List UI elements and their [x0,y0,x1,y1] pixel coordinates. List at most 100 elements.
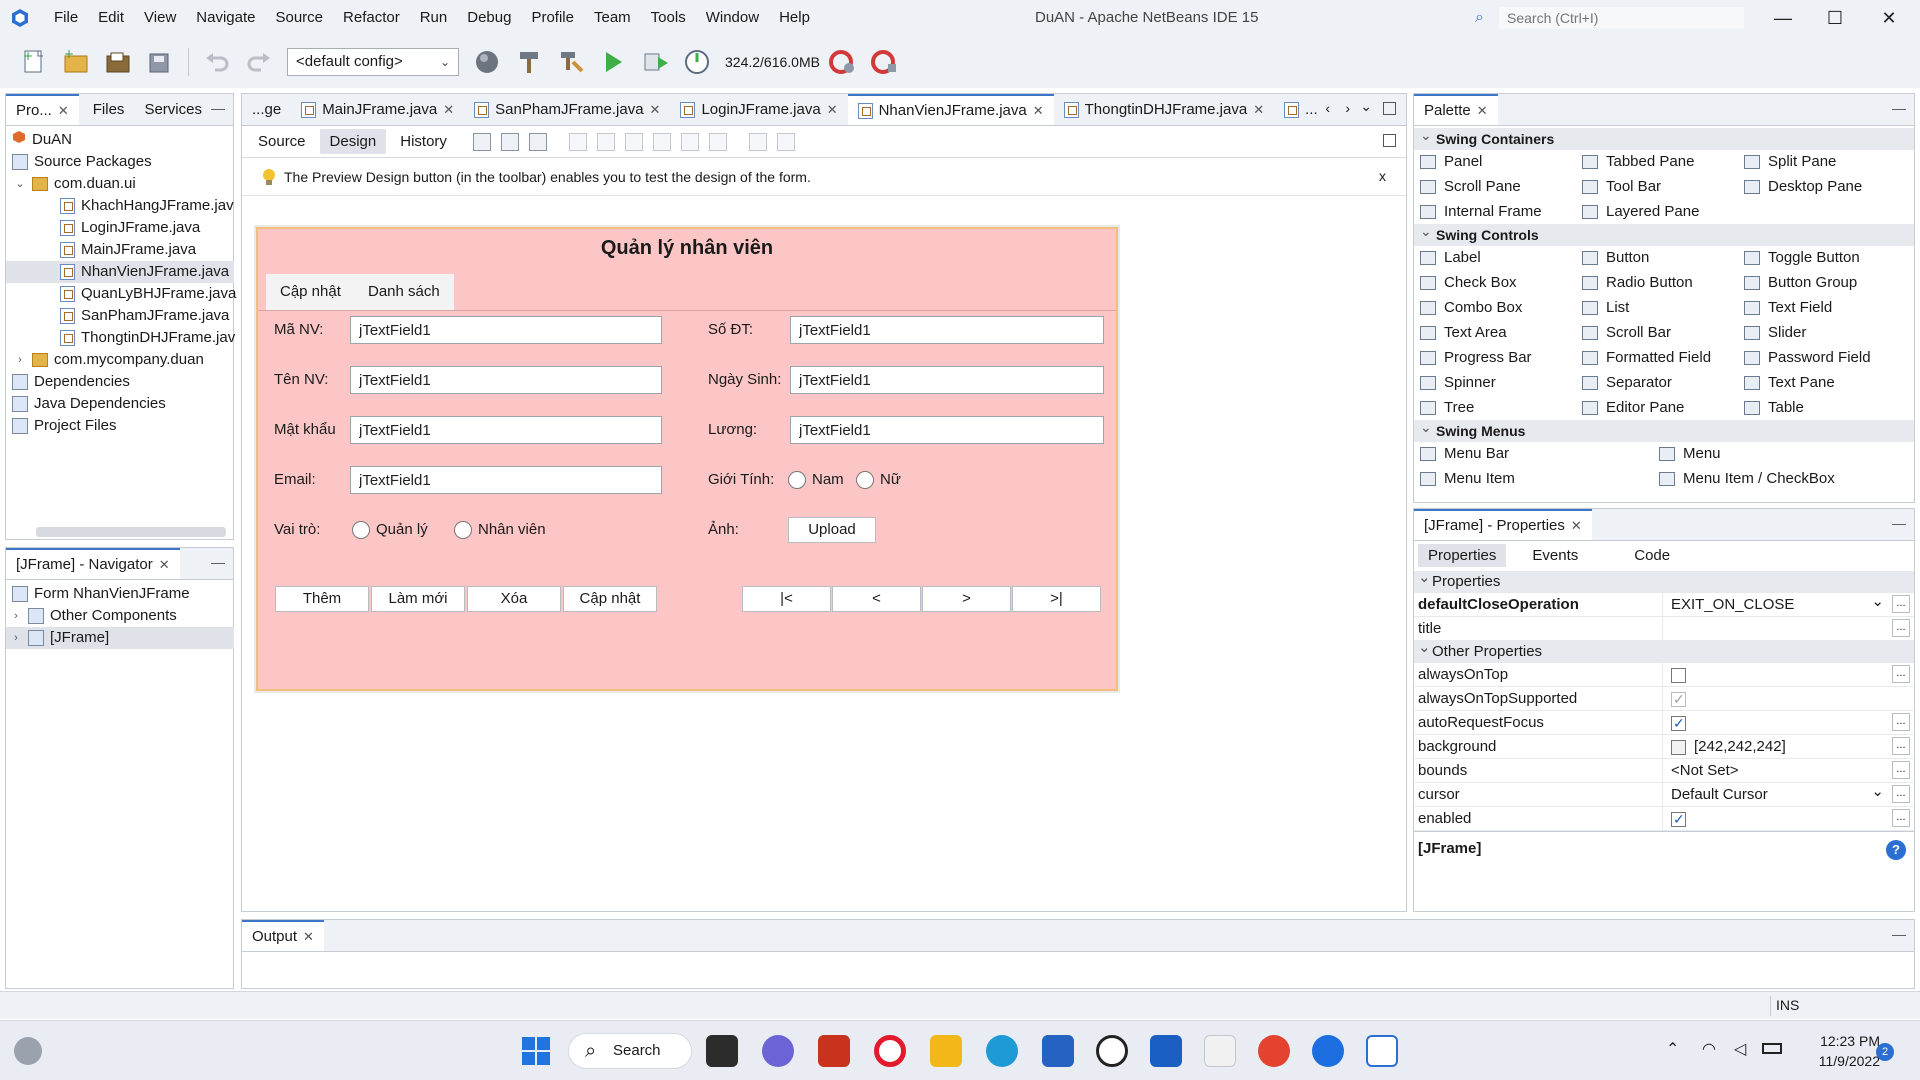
them-button[interactable]: Thêm [275,586,369,612]
prop-editor-button[interactable]: ... [1892,809,1910,827]
menu-help[interactable]: Help [769,0,820,36]
help-icon[interactable]: ? [1886,840,1906,860]
close-icon[interactable]: ✕ [650,94,661,125]
prop-editor-button[interactable]: ... [1892,595,1910,613]
tab-navigator[interactable]: [JFrame] - Navigator ✕ [6,548,180,579]
nav-node-jframe[interactable]: › [JFrame] [6,627,234,649]
prop-value-dropdown[interactable]: EXIT_ON_CLOSE ⌄ [1662,593,1888,616]
chevron-down-icon[interactable]: ⌄ [14,173,26,195]
radio-quan-ly[interactable]: Quản lý [352,516,428,544]
form-tab-list[interactable]: Danh sách [354,274,454,310]
field-ten-nv[interactable] [350,366,662,394]
battery-icon[interactable] [1762,1043,1782,1054]
teams-chat-icon[interactable] [762,1035,794,1067]
palette-item-tabbed-pane[interactable]: Tabbed Pane [1582,152,1694,172]
xoa-button[interactable]: Xóa [467,586,561,612]
selection-mode-icon[interactable] [472,132,491,151]
palette-item-split-pane[interactable]: Split Pane [1744,152,1836,172]
prop-row-title[interactable]: title ... [1414,617,1914,641]
maximize-editor-icon[interactable] [1383,102,1396,115]
menu-file[interactable]: File [44,0,88,36]
tree-node-file[interactable]: QuanLyBHJFrame.java [60,283,236,305]
maximize-button[interactable]: ☐ [1812,0,1858,36]
horizontal-scrollbar[interactable] [36,527,226,537]
palette-item-button-group[interactable]: Button Group [1744,273,1857,293]
wifi-icon[interactable]: ◠ [1702,1039,1716,1059]
tab-properties-window[interactable]: [JFrame] - Properties ✕ [1414,509,1592,540]
tree-node-package[interactable]: ⌄ com.duan.ui [14,173,135,195]
tree-node-file[interactable]: SanPhamJFrame.java [60,305,229,327]
run-play-icon[interactable] [599,48,627,76]
tree-node-file[interactable]: KhachHangJFrame.jav [60,195,234,217]
prev-record-button[interactable]: < [832,586,921,612]
close-button[interactable]: ✕ [1866,0,1912,36]
tab-palette[interactable]: Palette ✕ [1414,94,1498,125]
field-email[interactable] [350,466,662,494]
menu-navigate[interactable]: Navigate [186,0,265,36]
maximize-design-icon[interactable] [1383,134,1396,147]
palette-item-desktop-pane[interactable]: Desktop Pane [1744,177,1862,197]
hint-close-button[interactable]: x [1379,168,1386,184]
new-file-icon[interactable]: + [20,48,48,76]
nav-node-other[interactable]: › Other Components [10,605,177,627]
prop-editor-button[interactable]: ... [1892,761,1910,779]
prop-editor-button[interactable]: ... [1892,665,1910,683]
open-project-icon[interactable] [104,48,132,76]
tree-node-source-packages[interactable]: Source Packages [12,151,152,173]
menu-profile[interactable]: Profile [521,0,584,36]
tree-node-file[interactable]: MainJFrame.java [60,239,196,261]
align-left-icon[interactable] [568,132,587,151]
close-icon[interactable]: ✕ [1253,94,1264,125]
quick-search-input[interactable] [1499,7,1744,29]
align-bottom-icon[interactable] [680,132,699,151]
menu-run[interactable]: Run [410,0,458,36]
field-luong[interactable] [790,416,1104,444]
palette-item-check-box[interactable]: Check Box [1420,273,1517,293]
checkbox[interactable] [1671,712,1686,735]
menu-tools[interactable]: Tools [641,0,696,36]
palette-item-combo-box[interactable]: Combo Box [1420,298,1522,318]
minimize-panel-icon[interactable]: — [1892,100,1906,116]
prop-value[interactable] [1662,617,1888,640]
close-icon[interactable]: ✕ [58,96,69,125]
editor-tab[interactable]: ThongtinDHJFrame.java ✕ [1054,94,1274,125]
view-tab-history[interactable]: History [390,129,457,154]
palette-item-text-pane[interactable]: Text Pane [1744,373,1835,393]
menu-team[interactable]: Team [584,0,641,36]
browser-globe-icon[interactable] [473,48,501,76]
horizontal-resize-icon[interactable] [748,132,767,151]
scroll-tabs-right-icon[interactable]: › [1345,100,1350,116]
editor-tab[interactable]: ...ge [242,94,291,125]
tab-files[interactable]: Files [79,94,135,125]
tree-node-dependencies[interactable]: Dependencies [12,371,130,393]
tab-list-dropdown-icon[interactable]: ⌄ [1360,98,1372,115]
palette-item-formatted-field[interactable]: Formatted Field [1582,348,1711,368]
menu-window[interactable]: Window [696,0,769,36]
palette-item-panel[interactable]: Panel [1420,152,1482,172]
file-explorer-icon[interactable] [930,1035,962,1067]
chrome-icon[interactable] [1258,1035,1290,1067]
close-icon[interactable]: ✕ [159,550,170,579]
editor-tab[interactable]: LoginJFrame.java ✕ [670,94,847,125]
palette-item-toggle-button[interactable]: Toggle Button [1744,248,1860,268]
memory-indicator[interactable]: 324.2/616.0MB [725,54,820,70]
volume-icon[interactable]: ◁ [1734,1039,1746,1059]
palette-item-scroll-pane[interactable]: Scroll Pane [1420,177,1521,197]
tray-chevron-up-icon[interactable]: ⌃ [1666,1039,1679,1059]
taskbar-clock[interactable]: 12:23 PM 11/9/2022 [1800,1031,1880,1071]
chevron-right-icon[interactable]: › [14,349,26,371]
tab-code[interactable]: Code [1624,544,1680,567]
task-view-icon[interactable] [706,1035,738,1067]
edge-icon[interactable] [986,1035,1018,1067]
tab-properties[interactable]: Properties [1418,543,1507,567]
tree-node-file-selected[interactable]: NhanVienJFrame.java [6,261,234,283]
tree-node-file[interactable]: ThongtinDHJFrame.jav [60,327,235,349]
palette-item-separator[interactable]: Separator [1582,373,1672,393]
palette-item-radio-button[interactable]: Radio Button [1582,273,1693,293]
tab-projects[interactable]: Pro... ✕ [6,94,79,125]
close-icon[interactable]: ✕ [1033,96,1044,125]
prop-row-always-on-top[interactable]: alwaysOnTop ... [1414,663,1914,687]
palette-item-spinner[interactable]: Spinner [1420,373,1496,393]
center-horizontally-icon[interactable] [624,132,643,151]
radio-nu[interactable]: Nữ [856,466,901,494]
